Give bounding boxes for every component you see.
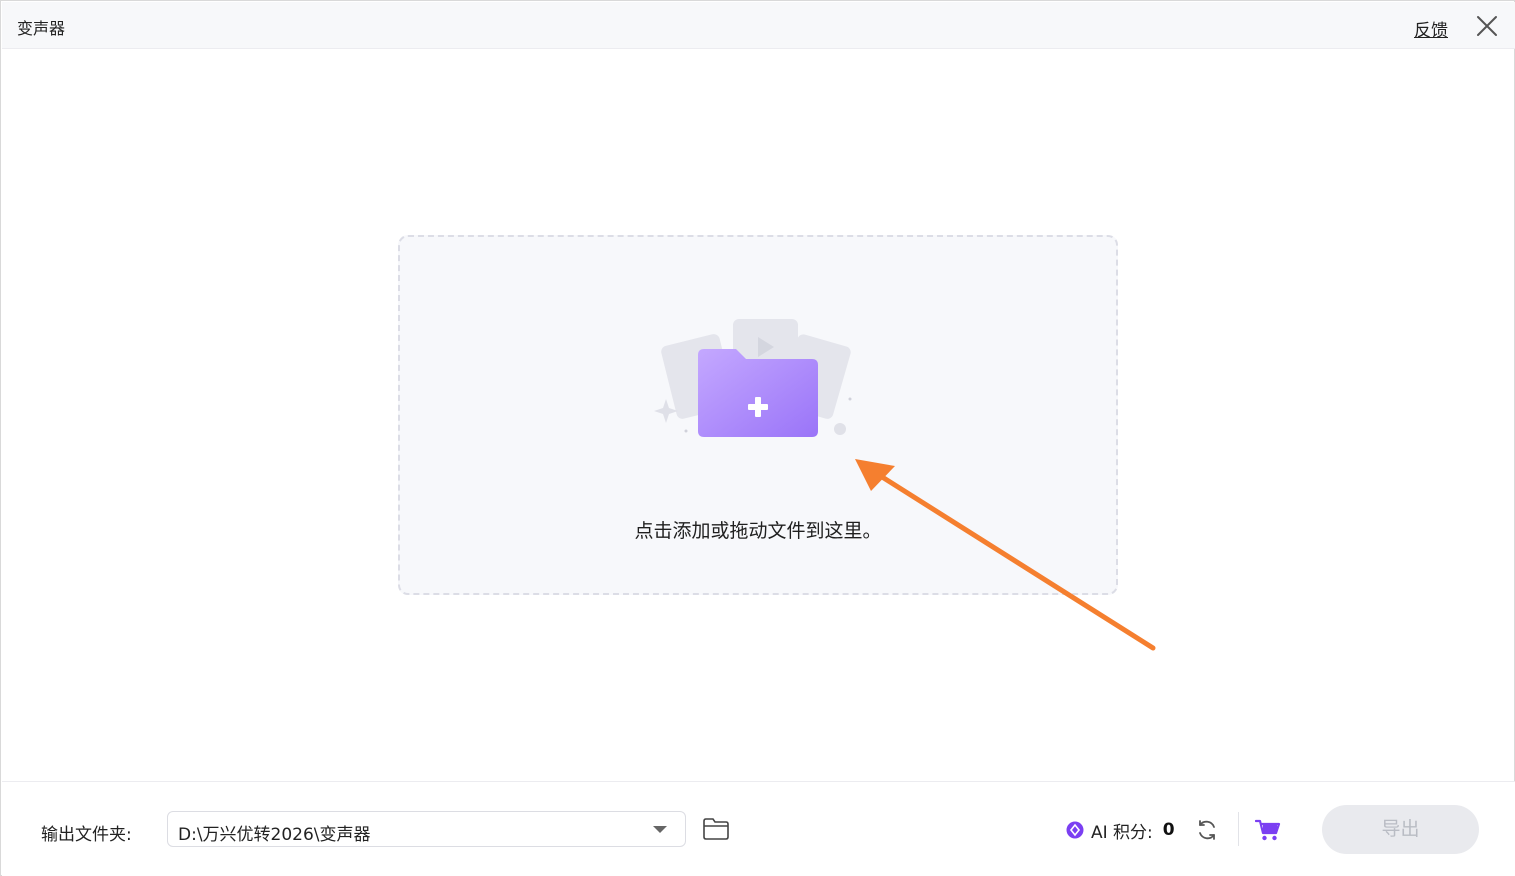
title-bar: 变声器 反馈 bbox=[2, 2, 1515, 49]
window-title: 变声器 bbox=[17, 19, 66, 38]
file-drop-zone[interactable]: 点击添加或拖动文件到这里。 bbox=[398, 235, 1118, 595]
divider bbox=[1238, 812, 1239, 846]
app-window: 变声器 反馈 点击添加或拖动文件到这里。 输出文件夹: D:\万兴优转2026\… bbox=[0, 0, 1515, 876]
ai-credits-value: 0 bbox=[1162, 820, 1175, 840]
folder-icon[interactable] bbox=[701, 814, 731, 844]
chevron-down-icon bbox=[653, 826, 667, 833]
close-icon[interactable] bbox=[1474, 13, 1500, 39]
feedback-link[interactable]: 反馈 bbox=[1414, 16, 1448, 41]
bottom-bar: 输出文件夹: D:\万兴优转2026\变声器 AI 积分: 0 导出 bbox=[2, 781, 1515, 876]
ai-credits-label: AI 积分: bbox=[1091, 822, 1153, 843]
drop-hint-text: 点击添加或拖动文件到这里。 bbox=[634, 520, 882, 542]
ai-credit-icon bbox=[1066, 821, 1084, 839]
refresh-icon[interactable] bbox=[1195, 818, 1219, 842]
output-path-value: D:\万兴优转2026\变声器 bbox=[178, 825, 371, 845]
cart-icon[interactable] bbox=[1254, 818, 1281, 842]
export-button[interactable]: 导出 bbox=[1322, 805, 1479, 854]
output-path-select[interactable]: D:\万兴优转2026\变声器 bbox=[167, 811, 686, 847]
ai-credits: AI 积分: 0 bbox=[1066, 818, 1175, 843]
add-folder-icon bbox=[648, 309, 868, 449]
output-folder-label: 输出文件夹: bbox=[41, 825, 132, 845]
